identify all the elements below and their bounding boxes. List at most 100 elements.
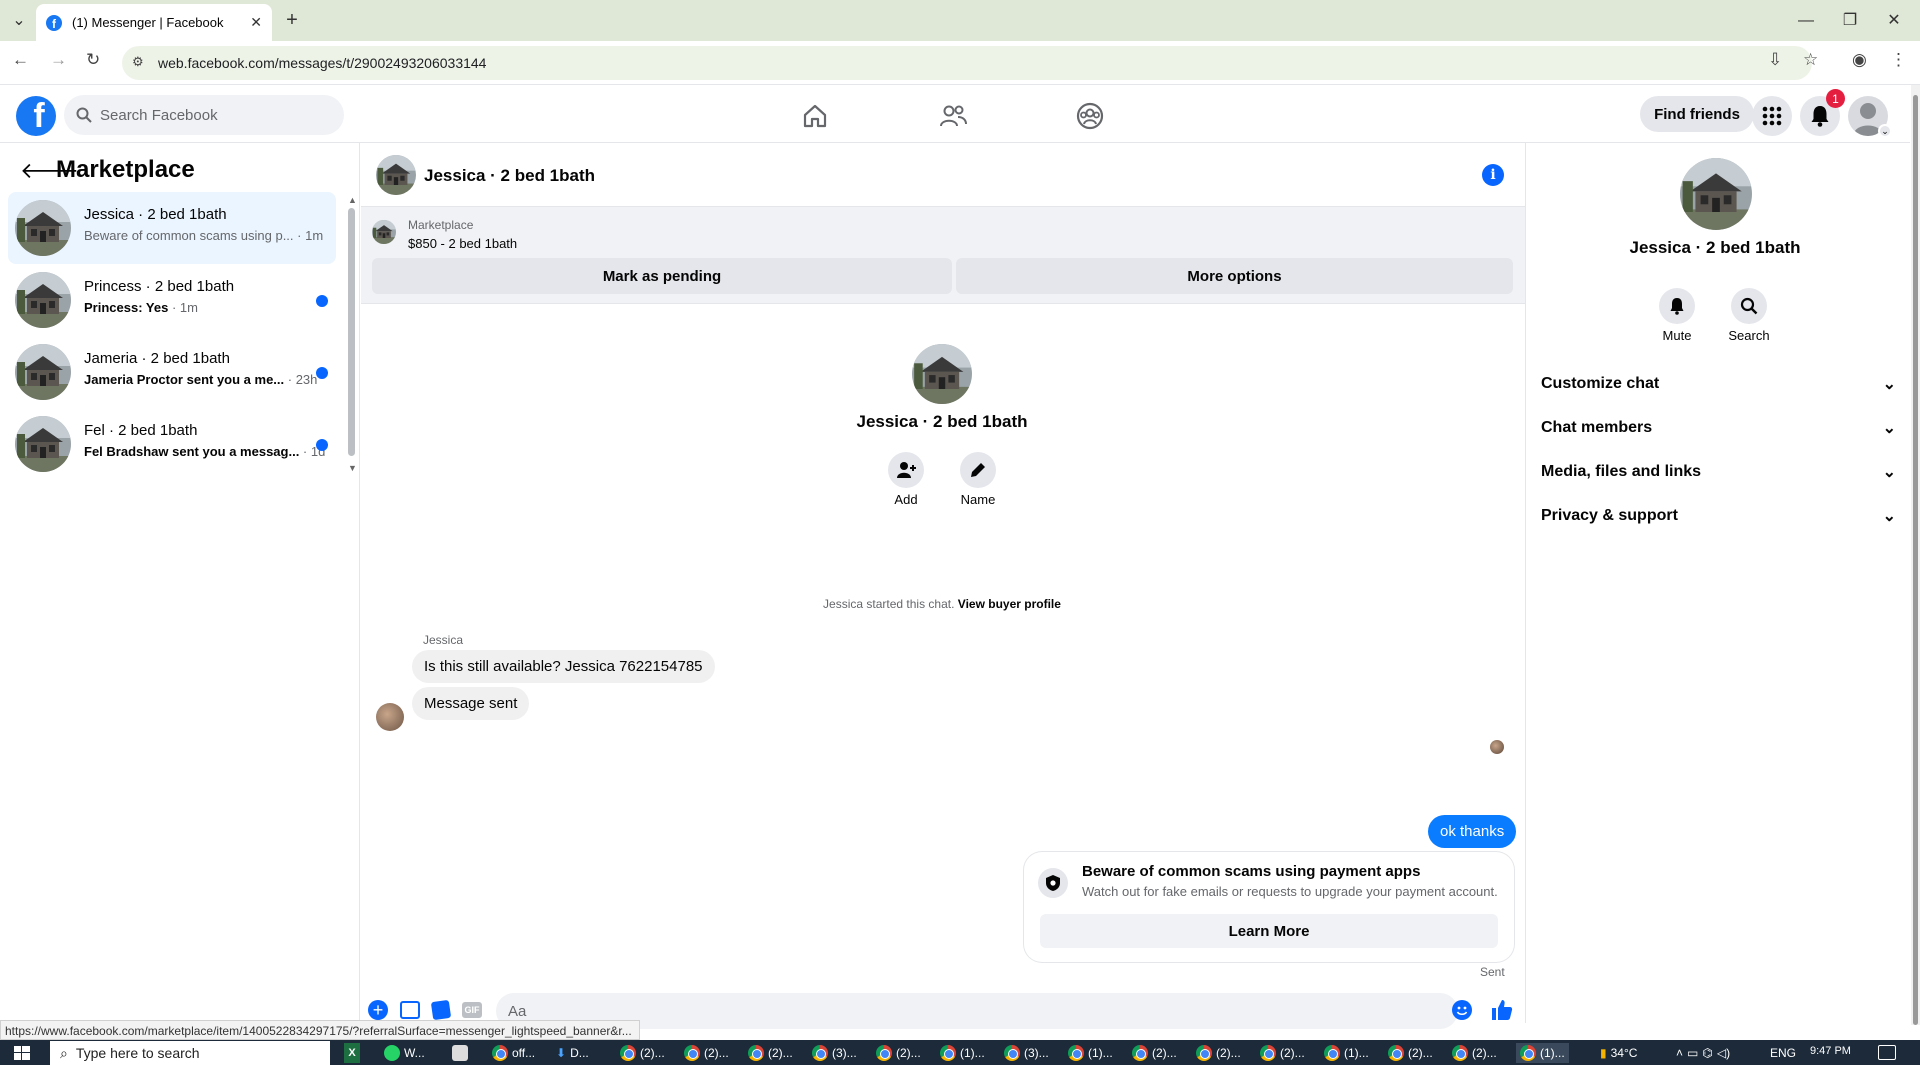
sent-status: Sent [1480,965,1505,979]
weather-widget[interactable]: ▮ 34°C [1600,1043,1637,1063]
taskbar-app-chrome[interactable]: (2)... [748,1043,793,1063]
profile-icon[interactable]: ◉ [1852,50,1867,70]
mute-button[interactable] [1659,288,1695,324]
forward-icon[interactable]: → [50,50,67,70]
sticker-icon[interactable] [430,999,452,1021]
groups-nav-icon[interactable] [1072,98,1108,134]
taskbar-app-chrome[interactable]: (2)... [876,1043,921,1063]
conversation-item-jameria[interactable]: Jameria · 2 bed 1bath Jameria Proctor se… [8,336,336,408]
browser-tab[interactable]: f (1) Messenger | Facebook ✕ [36,4,272,41]
incoming-message[interactable]: Message sent [412,687,530,720]
tab-list-chevron-icon[interactable]: ⌄ [6,0,32,41]
taskbar-app-chrome[interactable]: (3)... [1004,1043,1049,1063]
reload-icon[interactable]: ↻ [86,50,100,70]
gif-icon[interactable]: GIF [462,1002,482,1018]
language-indicator[interactable]: ENG [1770,1043,1796,1063]
taskbar-app-chrome[interactable]: (1)... [940,1043,985,1063]
new-tab-icon[interactable]: + [280,0,304,41]
taskbar-search[interactable]: ⌕ Type here to search [50,1041,330,1065]
edit-name-button[interactable] [960,452,996,488]
home-nav-icon[interactable] [797,98,833,134]
taskbar-app-whatsapp[interactable]: W... [384,1043,425,1063]
add-people-button[interactable] [888,452,924,488]
taskbar-app-chrome[interactable]: (1)... [1068,1043,1113,1063]
taskbar-app-chrome[interactable]: off... [492,1043,535,1063]
taskbar-app-chrome[interactable]: (2)... [684,1043,729,1063]
listing-thumbnail [15,272,71,328]
site-info-icon[interactable]: ⚙ [132,54,144,70]
browser-menu-icon[interactable]: ⋮ [1890,50,1907,70]
chrome-icon [620,1045,636,1061]
taskbar-app-chrome[interactable]: (2)... [620,1043,665,1063]
system-tray-icons[interactable]: ˄ ▭ ⌬ ◁) [1676,1043,1730,1063]
conversation-snippet: Fel Bradshaw sent you a messag... · 1d [84,444,326,459]
chat-members-row[interactable]: Chat members ⌄ [1541,408,1896,448]
privacy-support-row[interactable]: Privacy & support ⌄ [1541,496,1896,536]
taskbar-app-chrome[interactable]: (1)... [1324,1043,1369,1063]
chevron-up-icon: ˄ [1676,1046,1684,1060]
taskbar-app-chrome[interactable]: (2)... [1132,1043,1177,1063]
account-chevron-icon[interactable]: ⌄ [1878,124,1892,138]
chrome-icon [1068,1045,1084,1061]
search-label: Search [1728,328,1770,343]
view-buyer-profile-link[interactable]: View buyer profile [958,597,1061,611]
conversation-item-jessica[interactable]: Jessica · 2 bed 1bath Beware of common s… [8,192,336,264]
minimize-window-icon[interactable]: — [1794,0,1818,41]
emoji-icon[interactable] [1452,1000,1472,1020]
find-friends-button[interactable]: Find friends [1640,96,1754,132]
page-scrollbar[interactable] [1913,95,1918,1025]
more-options-button[interactable]: More options [956,258,1513,294]
scroll-down-arrow-icon[interactable]: ▼ [348,463,357,473]
more-actions-plus-icon[interactable]: + [368,1000,388,1020]
windows-start-icon[interactable] [14,1046,30,1060]
chat-avatar[interactable] [376,155,416,195]
bookmark-star-icon[interactable]: ☆ [1803,50,1818,70]
restore-window-icon[interactable]: ❐ [1838,0,1862,41]
mute-label: Mute [1662,328,1692,343]
seen-by-avatar [1490,740,1504,754]
mark-as-pending-button[interactable]: Mark as pending [372,258,952,294]
back-icon[interactable]: ← [12,50,29,70]
taskbar-app-chrome[interactable]: (2)... [1196,1043,1241,1063]
taskbar-app-downloads[interactable]: ⬇ D... [556,1043,589,1063]
taskbar-app-chrome[interactable]: (2)... [1388,1043,1433,1063]
unread-dot [316,439,328,451]
conversation-item-fel[interactable]: Fel · 2 bed 1bath Fel Bradshaw sent you … [8,408,336,480]
search-in-chat-button[interactable] [1731,288,1767,324]
friends-nav-icon[interactable] [935,98,971,134]
whatsapp-icon [384,1045,400,1061]
sender-avatar[interactable] [376,703,404,731]
outgoing-message[interactable]: ok thanks [1428,815,1517,848]
facebook-search[interactable] [64,95,344,135]
taskbar-app-chrome[interactable]: (2)... [1260,1043,1305,1063]
scroll-up-arrow-icon[interactable]: ▲ [348,195,357,205]
banner-listing-link[interactable]: $850 - 2 bed 1bath [408,236,517,251]
listing-mini-thumbnail[interactable] [372,220,396,244]
media-files-links-row[interactable]: Media, files and links ⌄ [1541,452,1896,492]
facebook-logo-icon[interactable]: f [16,96,56,136]
facebook-search-input[interactable] [100,106,320,124]
customize-chat-row[interactable]: Customize chat ⌄ [1541,364,1896,404]
learn-more-button[interactable]: Learn More [1040,914,1498,948]
info-icon[interactable]: i [1482,164,1504,186]
taskbar-app-chrome-active[interactable]: (1)... [1516,1043,1569,1063]
message-input[interactable] [496,993,1458,1029]
close-tab-icon[interactable]: ✕ [250,14,262,31]
taskbar-clock[interactable]: 9:47 PM [1810,1041,1851,1061]
chat-title[interactable]: Jessica · 2 bed 1bath [424,166,595,186]
excel-app-icon[interactable]: X [344,1043,360,1063]
close-window-icon[interactable]: ✕ [1882,0,1906,41]
conversation-list-scrollbar[interactable] [348,208,355,456]
thumbs-up-icon[interactable] [1490,998,1514,1027]
taskbar-app-misc[interactable] [452,1043,468,1063]
taskbar-app-chrome[interactable]: (2)... [1452,1043,1497,1063]
conversation-item-princess[interactable]: Princess · 2 bed 1bath Princess: Yes · 1… [8,264,336,336]
url-bar[interactable]: ⚙ web.facebook.com/messages/t/2900249320… [122,46,1812,80]
incoming-message[interactable]: Is this still available? Jessica 7622154… [412,650,715,683]
name-label: Name [960,492,996,507]
taskbar-app-chrome[interactable]: (3)... [812,1043,857,1063]
attach-photo-icon[interactable] [400,1001,420,1019]
notification-center-icon[interactable] [1878,1045,1896,1060]
menu-grid-icon[interactable] [1752,96,1792,136]
install-app-icon[interactable]: ⇩ [1768,50,1782,70]
